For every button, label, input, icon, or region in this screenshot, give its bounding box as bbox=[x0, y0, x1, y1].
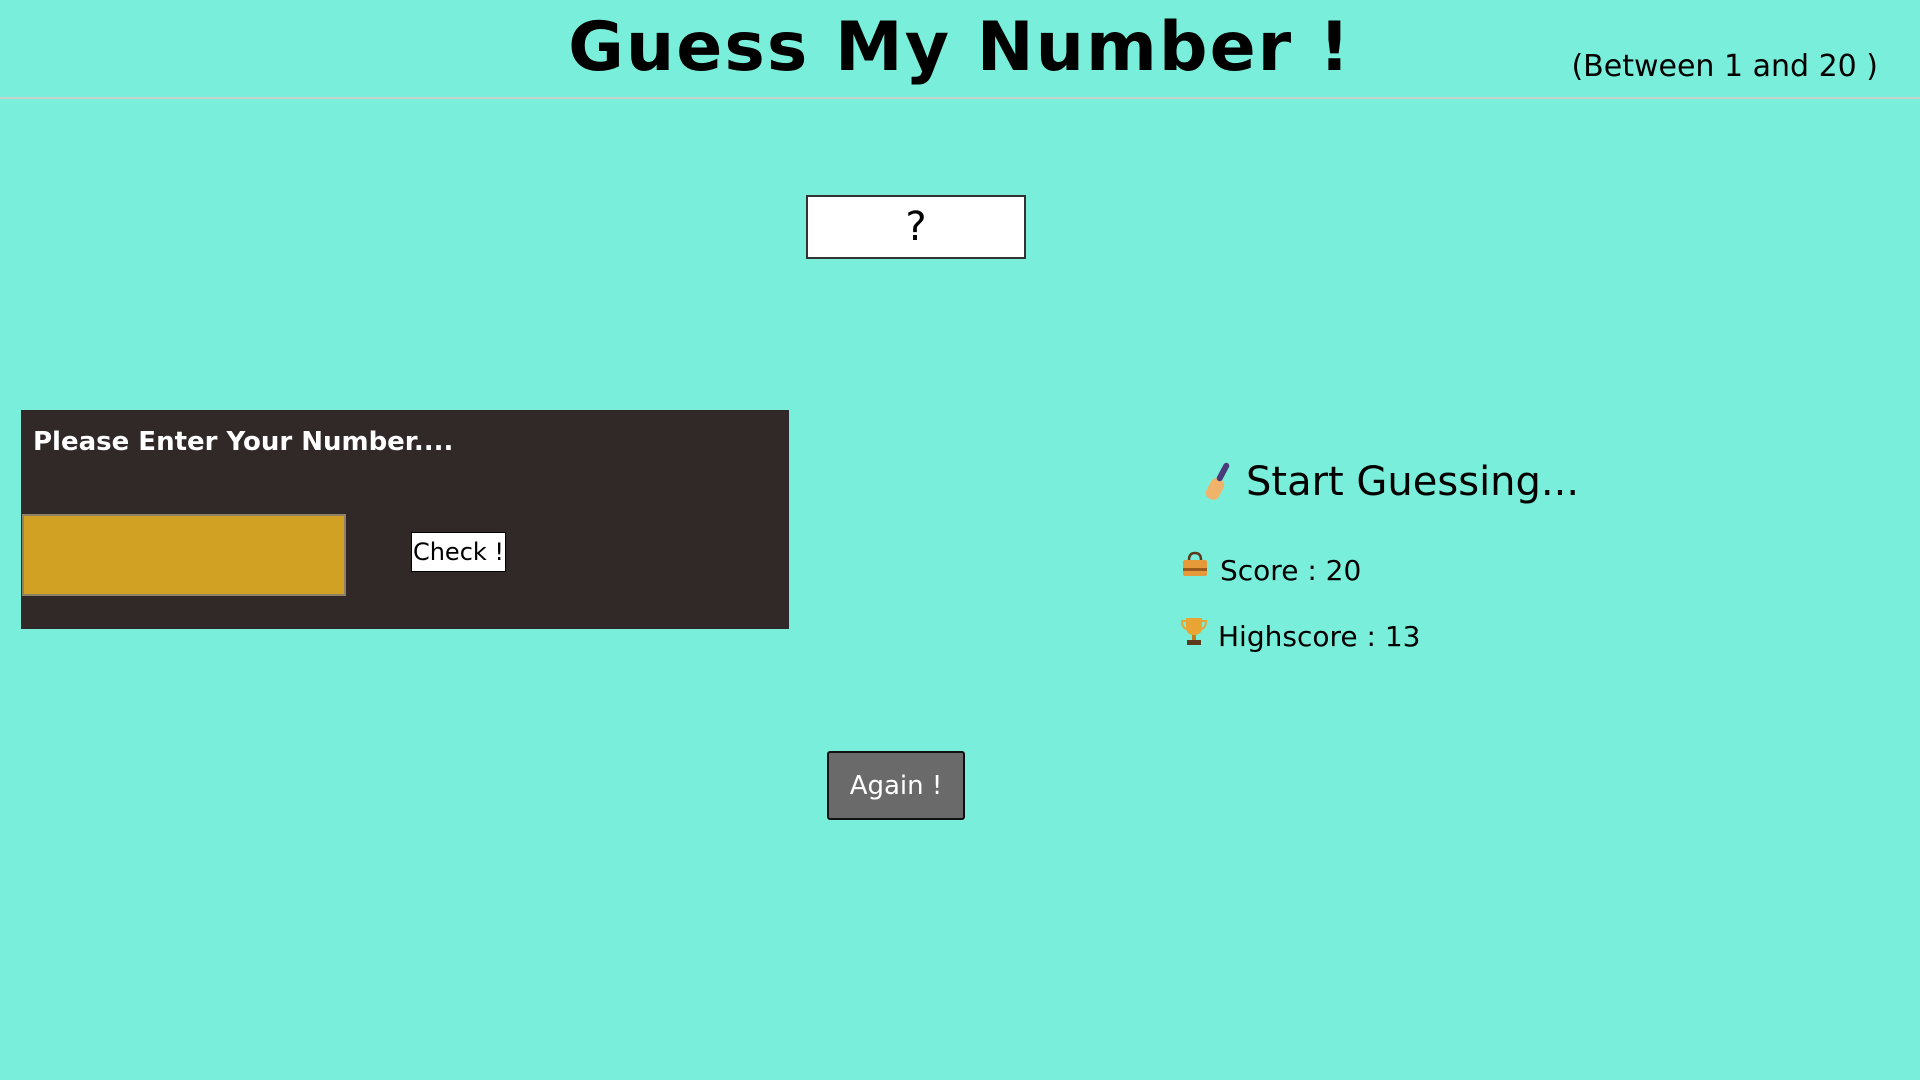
score-text: Score : 20 bbox=[1220, 553, 1362, 587]
guess-input[interactable] bbox=[22, 514, 346, 596]
bat-icon bbox=[1202, 460, 1236, 504]
header: Guess My Number ! (Between 1 and 20 ) bbox=[0, 0, 1920, 99]
check-button[interactable]: Check ! bbox=[411, 532, 506, 572]
guess-panel: Please Enter Your Number.... Check ! bbox=[21, 410, 789, 629]
secret-number-box: ? bbox=[806, 195, 1026, 259]
status-message: Start Guessing... bbox=[1202, 452, 1579, 512]
bag-icon bbox=[1180, 550, 1210, 591]
highscore-text: Highscore : 13 bbox=[1218, 619, 1421, 653]
range-hint: (Between 1 and 20 ) bbox=[1571, 49, 1878, 84]
again-button[interactable]: Again ! bbox=[827, 751, 965, 820]
message-text: Start Guessing... bbox=[1246, 459, 1580, 505]
highscore-display: Highscore : 13 bbox=[1180, 615, 1420, 658]
guess-label: Please Enter Your Number.... bbox=[33, 427, 454, 457]
score-display: Score : 20 bbox=[1180, 550, 1361, 591]
trophy-icon bbox=[1180, 615, 1208, 658]
